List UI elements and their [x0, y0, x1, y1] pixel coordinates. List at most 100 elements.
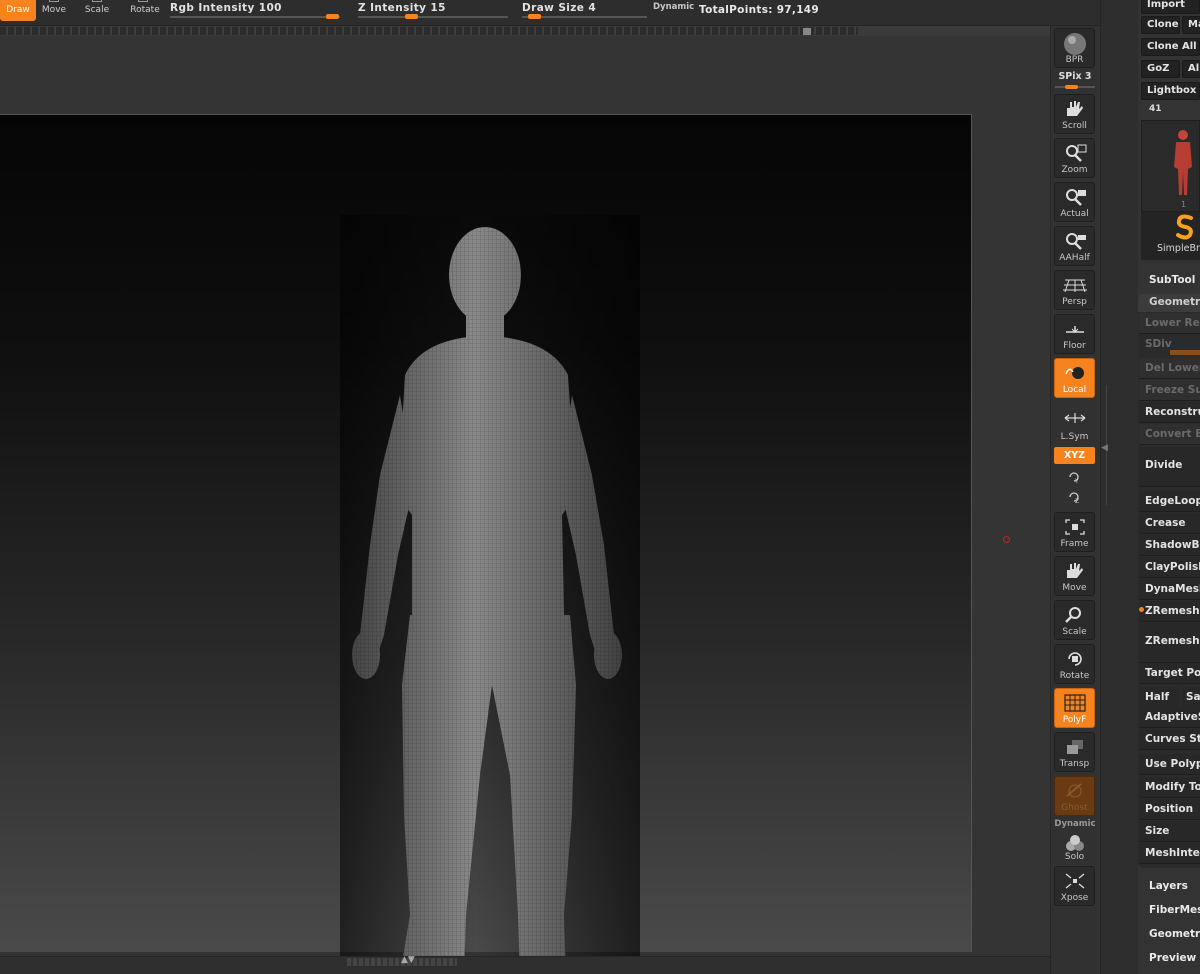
scale-view-button[interactable]: Scale [1054, 600, 1095, 640]
zremesher-button[interactable]: ZRemesher [1139, 623, 1200, 663]
z-intensity-track [358, 16, 508, 18]
persp-button[interactable]: Persp [1054, 270, 1095, 310]
aahalf-button[interactable]: AAHalf [1054, 226, 1095, 266]
polyframe-grid-icon [1063, 694, 1086, 712]
rotate-button[interactable]: Rotate [125, 0, 165, 21]
move-button[interactable]: Move [36, 0, 72, 21]
transp-button[interactable]: Transp [1054, 732, 1095, 772]
move-label: Move [41, 5, 67, 15]
goz-all-button[interactable]: Al [1182, 60, 1200, 78]
solo-spheres-icon [1065, 835, 1084, 851]
shadowbox-label: ShadowBox [1145, 539, 1200, 551]
dynamesh-header[interactable]: DynaMesh [1139, 579, 1200, 600]
solo-button[interactable]: Solo [1054, 830, 1095, 864]
rgb-intensity-slider[interactable]: Rgb Intensity 100 [170, 0, 340, 22]
geometry-header[interactable]: Geometry [1138, 294, 1200, 312]
z-intensity-thumb[interactable] [405, 14, 418, 19]
rotate-view-button[interactable]: Rotate [1054, 644, 1095, 684]
fibermesh-header[interactable]: FiberMesh [1138, 900, 1200, 922]
draw-size-slider[interactable]: Draw Size 4 [522, 0, 647, 22]
z-intensity-slider[interactable]: Z Intensity 15 [358, 0, 508, 22]
aahalf-magnifier-icon [1065, 233, 1086, 250]
zremesher-header[interactable]: ZRemesher [1139, 601, 1200, 622]
top-toolbar: Draw Move Scale Rotate Rgb Intensity 100… [0, 0, 1138, 26]
edgeloop-header[interactable]: EdgeLoop [1139, 491, 1200, 512]
crease-header[interactable]: Crease [1139, 513, 1200, 534]
claypolish-header[interactable]: ClayPolish [1139, 557, 1200, 578]
freeze-subdiv-button[interactable]: Freeze SubDiv [1139, 380, 1200, 401]
modify-topology-header[interactable]: Modify Topology [1139, 777, 1200, 798]
spix-slider-thumb[interactable] [1065, 85, 1078, 89]
import-button[interactable]: Import [1141, 0, 1200, 14]
xyz-rotate-toggle[interactable]: XYZ [1054, 447, 1095, 464]
target-polys-slider[interactable]: Target Polys [1139, 663, 1200, 684]
collapse-arrow-icon[interactable]: ◀ [1101, 443, 1108, 453]
clone-all-button[interactable]: Clone All [1141, 38, 1200, 56]
rotate-z-label: Z [1075, 498, 1079, 504]
floor-button[interactable]: Floor [1054, 314, 1095, 354]
preview-header[interactable]: Preview [1138, 948, 1200, 970]
right-tool-shelf: BPR SPix 3 Scroll Zoom Actual AAHalf Per… [1050, 26, 1100, 974]
bottom-expand-arrows-icon[interactable]: ▲▼ [401, 955, 415, 965]
solo-dynamic-label[interactable]: Dynamic [1051, 819, 1099, 829]
polyf-label: PolyF [1062, 715, 1087, 725]
draw-size-label: Draw Size 4 [522, 2, 597, 14]
ghost-button[interactable]: Ghost [1054, 776, 1095, 816]
goz-button[interactable]: GoZ [1141, 60, 1180, 78]
scroll-hand-icon [1066, 101, 1083, 116]
bpr-button[interactable]: BPR [1054, 28, 1095, 68]
top-scroll-strip[interactable] [0, 27, 858, 35]
freeze-subdiv-label: Freeze SubDiv [1145, 384, 1200, 396]
top-scroll-handle[interactable] [803, 28, 811, 35]
reconstruct-subdiv-button[interactable]: Reconstruct [1139, 402, 1200, 423]
layers-header[interactable]: Layers [1138, 876, 1200, 898]
divide-button[interactable]: Divide [1139, 447, 1200, 487]
lightbox-label: Lightbox [1147, 85, 1197, 96]
curves-strength-slider[interactable]: Curves Strength [1139, 729, 1200, 750]
local-button[interactable]: Local [1054, 358, 1095, 398]
xpose-label: Xpose [1060, 893, 1089, 903]
curves-strength-label: Curves Strength [1145, 733, 1200, 745]
zoom-button[interactable]: Zoom [1054, 138, 1095, 178]
del-lower-button[interactable]: Del Lower [1139, 358, 1200, 379]
viewport-canvas[interactable] [0, 114, 972, 974]
meshintegrity-header[interactable]: MeshIntegrity [1139, 843, 1200, 864]
geometry-hd-header[interactable]: Geometry HD [1138, 924, 1200, 946]
adaptivesize-slider[interactable]: AdaptiveSize [1139, 707, 1200, 728]
meshintegrity-label: MeshIntegrity [1145, 847, 1200, 859]
convert-bpr-button[interactable]: Convert BPR [1139, 424, 1200, 445]
clone-all-label: Clone All [1147, 41, 1197, 52]
actual-button[interactable]: Actual [1054, 182, 1095, 222]
clone-button[interactable]: Clone [1141, 16, 1180, 34]
transp-label: Transp [1059, 759, 1090, 769]
half-button[interactable]: Half [1139, 687, 1179, 708]
subtool-header[interactable]: SubTool [1138, 270, 1200, 292]
lsym-button[interactable]: L.Sym [1054, 404, 1095, 444]
frame-button[interactable]: Frame [1054, 512, 1095, 552]
polyf-button[interactable]: PolyF [1054, 688, 1095, 728]
rgb-intensity-thumb[interactable] [326, 14, 339, 19]
shadowbox-header[interactable]: ShadowBox [1139, 535, 1200, 556]
goz-label: GoZ [1147, 63, 1170, 74]
fibermesh-label: FiberMesh [1149, 904, 1200, 916]
move-view-label: Move [1062, 583, 1087, 593]
make-polymesh-button[interactable]: Ma [1182, 16, 1200, 34]
lightbox-button[interactable]: Lightbox [1141, 82, 1200, 100]
position-header[interactable]: Position [1139, 799, 1200, 820]
use-polypaint-button[interactable]: Use Polypaint [1139, 754, 1200, 775]
lower-res-button[interactable]: Lower Res [1139, 313, 1200, 334]
size-header[interactable]: Size [1139, 821, 1200, 842]
make-label: Ma [1188, 19, 1200, 30]
tool-thumbnail[interactable] [1141, 120, 1200, 212]
persp-label: Persp [1062, 297, 1087, 307]
dynamic-toggle[interactable]: Dynamic [653, 2, 694, 12]
rotate-y-axis-icon[interactable]: Y [1067, 470, 1081, 484]
same-button[interactable]: Same [1182, 687, 1200, 708]
draw-size-thumb[interactable] [528, 14, 541, 19]
rotate-z-axis-icon[interactable]: Z [1067, 490, 1081, 504]
scroll-button[interactable]: Scroll [1054, 94, 1095, 134]
scale-button[interactable]: Scale [79, 0, 115, 21]
move-view-button[interactable]: Move [1054, 556, 1095, 596]
draw-button[interactable]: Draw [0, 0, 36, 21]
xpose-button[interactable]: Xpose [1054, 866, 1095, 906]
